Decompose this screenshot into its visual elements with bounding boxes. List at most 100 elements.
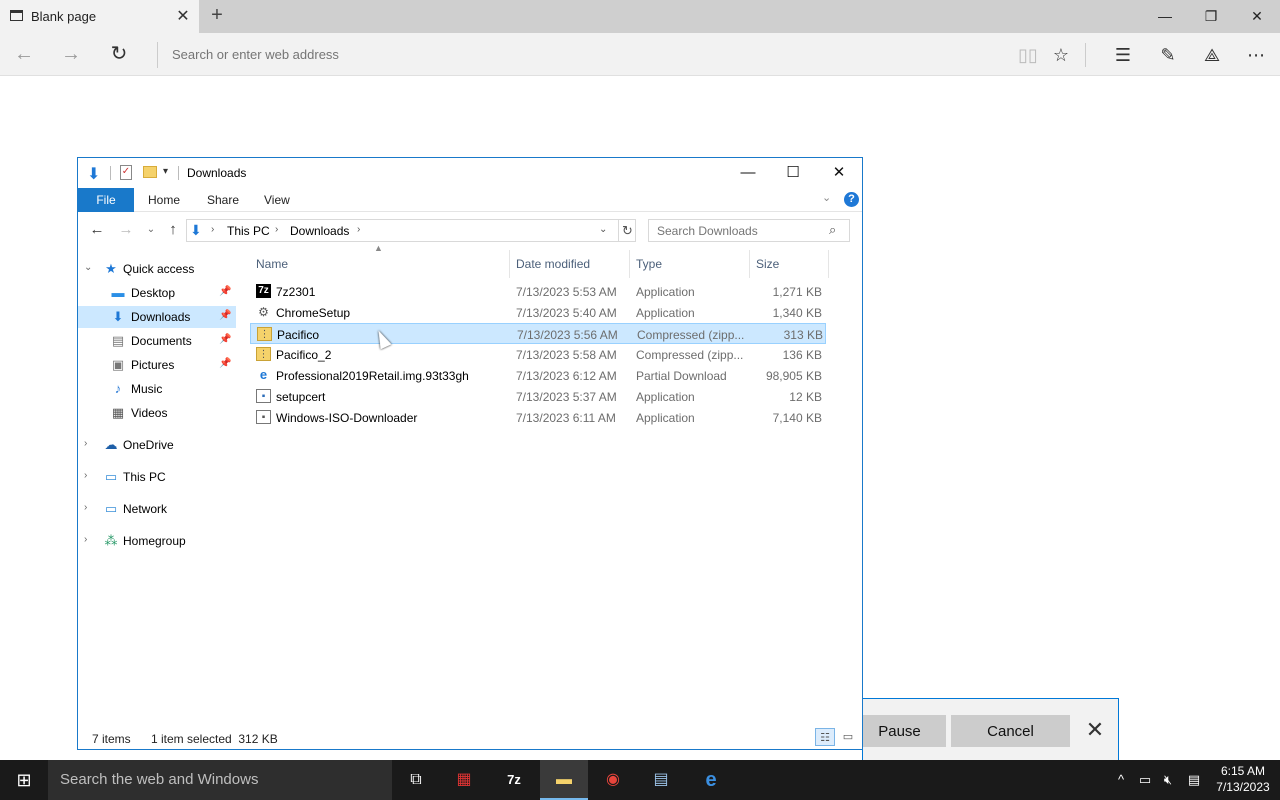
notifications-icon[interactable]: ▤: [1183, 760, 1205, 800]
search-icon[interactable]: ⌕: [829, 222, 836, 238]
chevron-up-icon[interactable]: ^: [1112, 760, 1130, 800]
close-icon[interactable]: ✕: [819, 161, 859, 185]
column-divider[interactable]: [629, 250, 630, 278]
chevron-right-icon[interactable]: ›: [211, 224, 214, 235]
volume-muted-icon[interactable]: 🔇︎: [1157, 760, 1179, 800]
nav-music[interactable]: ♪ Music: [78, 378, 236, 400]
nav-pictures[interactable]: ▣ Pictures 📌: [78, 354, 236, 376]
help-icon[interactable]: ?: [844, 192, 859, 207]
chevron-down-icon[interactable]: ⌄: [599, 224, 607, 235]
breadcrumb-this-pc[interactable]: This PC: [227, 224, 270, 238]
close-icon[interactable]: ✕: [1083, 717, 1107, 743]
file-row[interactable]: 7z 7z2301 7/13/2023 5:53 AM Application …: [250, 281, 826, 302]
file-row[interactable]: ▪ Windows-ISO-Downloader 7/13/2023 6:11 …: [250, 407, 826, 428]
chevron-right-icon[interactable]: ›: [84, 470, 87, 481]
chevron-down-icon[interactable]: ⌄: [84, 262, 92, 273]
reading-view-icon[interactable]: ▯▯: [1015, 42, 1041, 68]
edge-file-icon: e: [259, 367, 268, 382]
chevron-right-icon[interactable]: ›: [84, 502, 87, 513]
large-icons-view-icon[interactable]: ▭: [838, 728, 858, 746]
nav-downloads[interactable]: ⬇ Downloads 📌: [78, 306, 236, 328]
task-view-icon[interactable]: ⧉: [392, 760, 440, 800]
refresh-icon[interactable]: ↻: [105, 41, 133, 69]
file-row[interactable]: e Professional2019Retail.img.93t33gh 7/1…: [250, 365, 826, 386]
more-icon[interactable]: ⋯: [1243, 42, 1269, 68]
chevron-right-icon[interactable]: ›: [357, 224, 360, 235]
tab-share[interactable]: Share: [207, 188, 239, 212]
favorites-star-icon[interactable]: ☆: [1048, 42, 1074, 68]
file-row[interactable]: ⚙ ChromeSetup 7/13/2023 5:40 AM Applicat…: [250, 302, 826, 323]
file-row[interactable]: ⋮ Pacifico 7/13/2023 5:56 AM Compressed …: [250, 323, 826, 344]
up-icon[interactable]: ↑: [163, 220, 183, 240]
nav-onedrive[interactable]: › ☁ OneDrive: [78, 434, 236, 456]
app-icon[interactable]: ▦: [440, 760, 488, 800]
tab-blank-page[interactable]: Blank page ✕: [0, 0, 199, 33]
zip-folder-icon: ⋮: [257, 327, 272, 341]
nav-homegroup[interactable]: › ⁂ Homegroup: [78, 530, 236, 552]
column-divider[interactable]: [828, 250, 829, 278]
search-box[interactable]: ⌕: [648, 219, 850, 242]
chrome-icon[interactable]: ◉: [589, 760, 637, 800]
maximize-icon[interactable]: ☐: [773, 161, 813, 185]
clock[interactable]: 6:15 AM 7/13/2023: [1208, 763, 1278, 795]
windows-start-icon[interactable]: ⊞: [0, 760, 48, 800]
nav-network[interactable]: › ▭ Network: [78, 498, 236, 520]
minimize-icon[interactable]: —: [728, 161, 768, 185]
minimize-icon[interactable]: —: [1150, 4, 1180, 28]
nav-documents[interactable]: ▤ Documents 📌: [78, 330, 236, 352]
share-icon[interactable]: ⟁: [1199, 42, 1225, 68]
file-date: 7/13/2023 5:37 AM: [516, 390, 617, 404]
back-icon[interactable]: ←: [87, 220, 107, 240]
pause-button[interactable]: Pause: [853, 715, 946, 747]
chevron-down-icon[interactable]: ⌄: [822, 191, 831, 204]
7zip-icon[interactable]: 7z: [490, 760, 538, 800]
forward-icon[interactable]: →: [116, 220, 136, 240]
file-explorer-icon[interactable]: ▬: [540, 760, 588, 800]
network-app-icon[interactable]: ▤: [637, 760, 685, 800]
chevron-down-icon[interactable]: ▾: [163, 166, 168, 177]
restore-icon[interactable]: ❐: [1196, 4, 1226, 28]
column-name[interactable]: Name: [256, 257, 288, 271]
tab-file[interactable]: File: [78, 188, 134, 212]
network-icon: ▭: [104, 501, 118, 516]
column-divider[interactable]: [509, 250, 510, 278]
details-view-icon[interactable]: ☷: [815, 728, 835, 746]
tab-home[interactable]: Home: [148, 188, 180, 212]
tab-view[interactable]: View: [264, 188, 290, 212]
breadcrumb[interactable]: ⬇ › This PC › Downloads › ⌄ ↻: [186, 219, 636, 242]
column-type[interactable]: Type: [636, 257, 662, 271]
hub-icon[interactable]: ☰: [1110, 42, 1136, 68]
new-folder-icon[interactable]: [143, 166, 157, 178]
address-input[interactable]: [172, 44, 972, 64]
network-icon[interactable]: ▭: [1134, 760, 1156, 800]
refresh-icon[interactable]: ↻: [618, 220, 636, 241]
taskbar-search[interactable]: Search the web and Windows: [48, 760, 392, 800]
file-size: 12 KB: [789, 390, 822, 404]
properties-icon[interactable]: ✓: [120, 165, 132, 180]
nav-desktop[interactable]: ▬ Desktop 📌: [78, 282, 236, 304]
chevron-right-icon[interactable]: ›: [84, 534, 87, 545]
column-size[interactable]: Size: [756, 257, 779, 271]
new-tab-icon[interactable]: +: [206, 4, 228, 28]
back-icon[interactable]: ←: [10, 41, 38, 69]
forward-icon[interactable]: →: [57, 41, 85, 69]
column-divider[interactable]: [749, 250, 750, 278]
nav-this-pc[interactable]: › ▭ This PC: [78, 466, 236, 488]
chevron-right-icon[interactable]: ›: [275, 224, 278, 235]
nav-videos[interactable]: ▦ Videos: [78, 402, 236, 424]
cancel-button[interactable]: Cancel: [951, 715, 1070, 747]
nav-quick-access[interactable]: ⌄ ★ Quick access: [78, 258, 236, 280]
search-input[interactable]: [657, 223, 822, 239]
file-row[interactable]: ⋮ Pacifico_2 7/13/2023 5:58 AM Compresse…: [250, 344, 826, 365]
breadcrumb-downloads[interactable]: Downloads: [290, 224, 349, 238]
taskbar-search-placeholder: Search the web and Windows: [60, 771, 259, 788]
chevron-right-icon[interactable]: ›: [84, 438, 87, 449]
recent-locations-icon[interactable]: ⌄: [141, 220, 161, 240]
edge-icon[interactable]: e: [687, 760, 735, 800]
file-row[interactable]: ▪ setupcert 7/13/2023 5:37 AM Applicatio…: [250, 386, 826, 407]
tab-close-icon[interactable]: ✕: [174, 6, 192, 26]
web-note-icon[interactable]: ✎: [1155, 42, 1181, 68]
date: 7/13/2023: [1216, 780, 1270, 794]
column-date-modified[interactable]: Date modified: [516, 257, 590, 271]
close-window-icon[interactable]: ✕: [1242, 4, 1272, 28]
